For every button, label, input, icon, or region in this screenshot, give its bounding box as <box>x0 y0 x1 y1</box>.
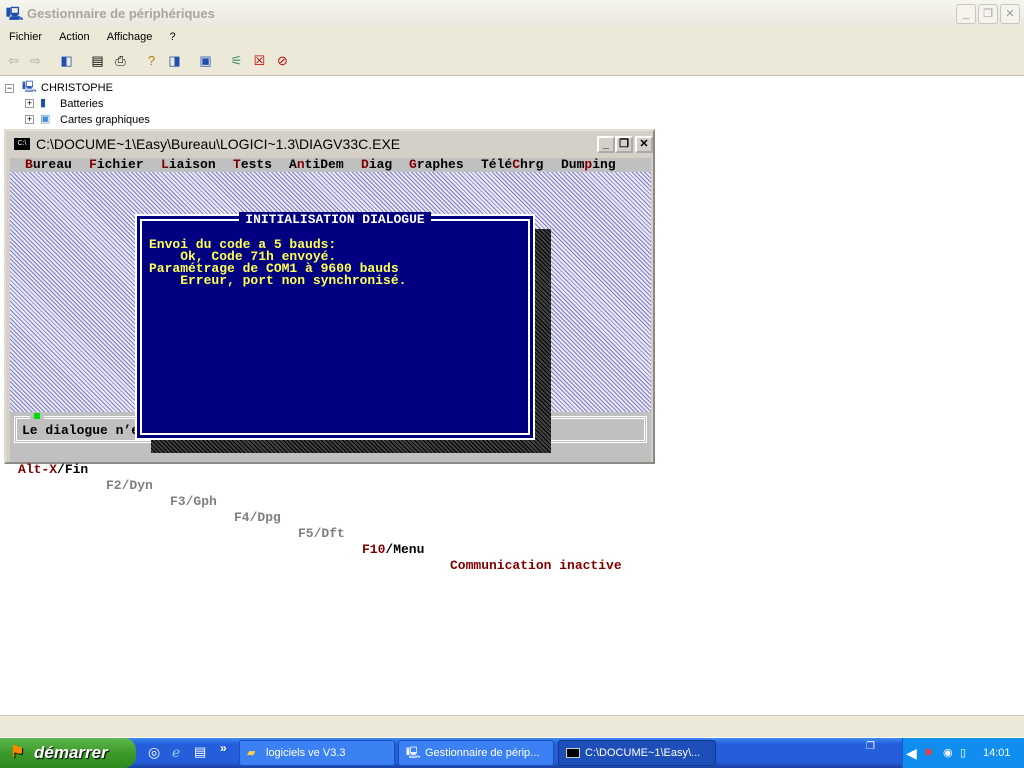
computer-icon: 🖳 <box>22 81 37 93</box>
scan-hardware-icon[interactable]: ▣ <box>197 53 214 69</box>
status-bar <box>0 715 1024 737</box>
dos-menu-bureau[interactable]: Bureau <box>25 158 72 172</box>
power-icon[interactable]: ▯ <box>960 738 966 768</box>
dos-menu-liaison[interactable]: Liaison <box>161 158 216 172</box>
menu-fichier[interactable]: Fichier <box>9 31 42 43</box>
dialog-line: Erreur, port non synchronisé. <box>149 273 407 288</box>
console-title-bar: C:\ C:\DOCUME~1\Easy\Bureau\LOGICI~1.3\D… <box>8 133 651 155</box>
view-icon[interactable]: ◨ <box>166 53 183 69</box>
dos-menu-antidem[interactable]: An tiDem <box>289 158 344 172</box>
taskbar: ⚑ démarrer ◎ ℯ ▤ » ▰ logiciels ve V3.3 🖳 G… <box>0 738 1024 768</box>
dos-menu-graphes[interactable]: Graphes <box>409 158 464 172</box>
system-tray: ◀ ✖ ◉ ▯ 14:01 <box>902 738 1024 768</box>
f10-menu-key[interactable]: F10/Menu <box>362 542 424 558</box>
toolbar: ⇦ ⇨ ◧ ▤ ⎙ ? ◨ ▣ ⚟ ☒ ⊘ <box>0 48 1024 76</box>
f4-key[interactable]: F4/Dpg <box>234 510 281 526</box>
console-title: C:\DOCUME~1\Easy\Bureau\LOGICI~1.3\DIAGV… <box>36 136 401 152</box>
tree-item-cartes-graphiques[interactable]: Cartes graphiques <box>60 113 150 127</box>
battery-icon: ▮ <box>40 97 47 109</box>
maximize-button[interactable]: ❐ <box>978 4 998 24</box>
dos-menu-dumping-prefix: Dum <box>561 157 585 172</box>
f5-key[interactable]: F5/Dft <box>298 526 345 542</box>
show-hidden-icons-button[interactable]: ◀ <box>906 738 917 768</box>
dos-menu-diag[interactable]: Diag <box>361 158 392 172</box>
task-logiciels[interactable]: ▰ logiciels ve V3.3 <box>239 740 395 766</box>
dos-menu-telechrg-prefix: Télé <box>481 157 513 172</box>
windows-logo-icon: ⚑ <box>10 744 25 761</box>
uninstall-icon[interactable]: ☒ <box>251 53 268 69</box>
altx-fin-key[interactable]: Alt-X/Fin <box>18 462 88 478</box>
dos-menu-dumping[interactable]: Dum p ing <box>561 158 616 172</box>
dos-desktop-background: INITIALISATION DIALOGUE Envoi du code a … <box>10 172 651 453</box>
clock[interactable]: 14:01 <box>983 738 1011 768</box>
dialog-title: INITIALISATION DIALOGUE <box>137 212 533 227</box>
expand-icon[interactable]: + <box>25 99 34 108</box>
window-title-bar: 🖳 Gestionnaire de périphériques <box>0 0 1024 27</box>
task-gestionnaire[interactable]: 🖳 Gestionnaire de périp... <box>398 740 554 766</box>
network-disconnected-icon[interactable]: ✖ <box>924 738 933 768</box>
f3-key[interactable]: F3/Gph <box>170 494 217 510</box>
tree-root[interactable]: CHRISTOPHE <box>41 81 113 95</box>
folder-icon: ▰ <box>247 747 256 759</box>
toolbar-restore-icon[interactable]: ❐ <box>866 741 875 752</box>
communication-status: Communication inactive <box>450 558 622 573</box>
tray-icon[interactable]: ◉ <box>943 738 953 768</box>
menu-bar: Fichier Action Affichage ? <box>0 27 1024 48</box>
status-led-icon <box>30 412 44 422</box>
window-title: Gestionnaire de périphériques <box>27 6 215 21</box>
help-icon[interactable]: ? <box>143 53 160 69</box>
console-close-button[interactable]: ✕ <box>635 136 653 153</box>
menu-action[interactable]: Action <box>59 31 90 43</box>
f2-key[interactable]: F2/Dyn <box>106 478 153 494</box>
dos-menu-tests[interactable]: Tests <box>233 158 272 172</box>
properties-icon[interactable]: ▤ <box>89 53 106 69</box>
console-restore-button[interactable]: ❐ <box>615 136 633 153</box>
menu-affichage[interactable]: Affichage <box>107 31 153 43</box>
dos-menu-fichier[interactable]: Fichier <box>89 158 144 172</box>
quicklaunch-icon[interactable]: ◎ <box>148 744 160 761</box>
close-button[interactable]: ✕ <box>1000 4 1020 24</box>
show-hide-tree-icon[interactable]: ◧ <box>58 53 75 69</box>
print-icon[interactable]: ⎙ <box>112 53 129 69</box>
computer-icon: 🖳 <box>6 6 24 21</box>
console-icon <box>566 748 580 758</box>
initialisation-dialog: INITIALISATION DIALOGUE Envoi du code a … <box>135 212 535 440</box>
start-button[interactable]: ⚑ démarrer <box>0 738 136 768</box>
quicklaunch-chevron[interactable]: » <box>220 741 227 755</box>
dos-menu-telechrg[interactable]: Télé Chrg <box>481 158 543 172</box>
update-driver-icon[interactable]: ⚟ <box>228 53 245 69</box>
dos-menu-bar: Bureau Fichier Liaison Tests An tiDem Dia… <box>10 158 651 172</box>
display-adapter-icon: ▣ <box>40 113 51 125</box>
console-window: C:\ C:\DOCUME~1\Easy\Bureau\LOGICI~1.3\D… <box>4 129 655 573</box>
forward-icon[interactable]: ⇨ <box>27 53 44 69</box>
menu-help[interactable]: ? <box>169 31 175 43</box>
disable-icon[interactable]: ⊘ <box>274 53 291 69</box>
minimize-button[interactable]: _ <box>956 4 976 24</box>
internet-explorer-icon[interactable]: ℯ <box>172 744 180 761</box>
expand-icon[interactable]: + <box>25 115 34 124</box>
collapse-icon[interactable]: − <box>5 84 14 93</box>
console-minimize-button[interactable]: _ <box>597 136 615 153</box>
console-icon: C:\ <box>14 138 30 150</box>
back-icon[interactable]: ⇦ <box>5 53 22 69</box>
task-console[interactable]: C:\DOCUME~1\Easy\... <box>558 740 716 766</box>
show-desktop-icon[interactable]: ▤ <box>194 744 206 760</box>
computer-icon: 🖳 <box>406 747 421 759</box>
tree-item-batteries[interactable]: Batteries <box>60 97 103 111</box>
